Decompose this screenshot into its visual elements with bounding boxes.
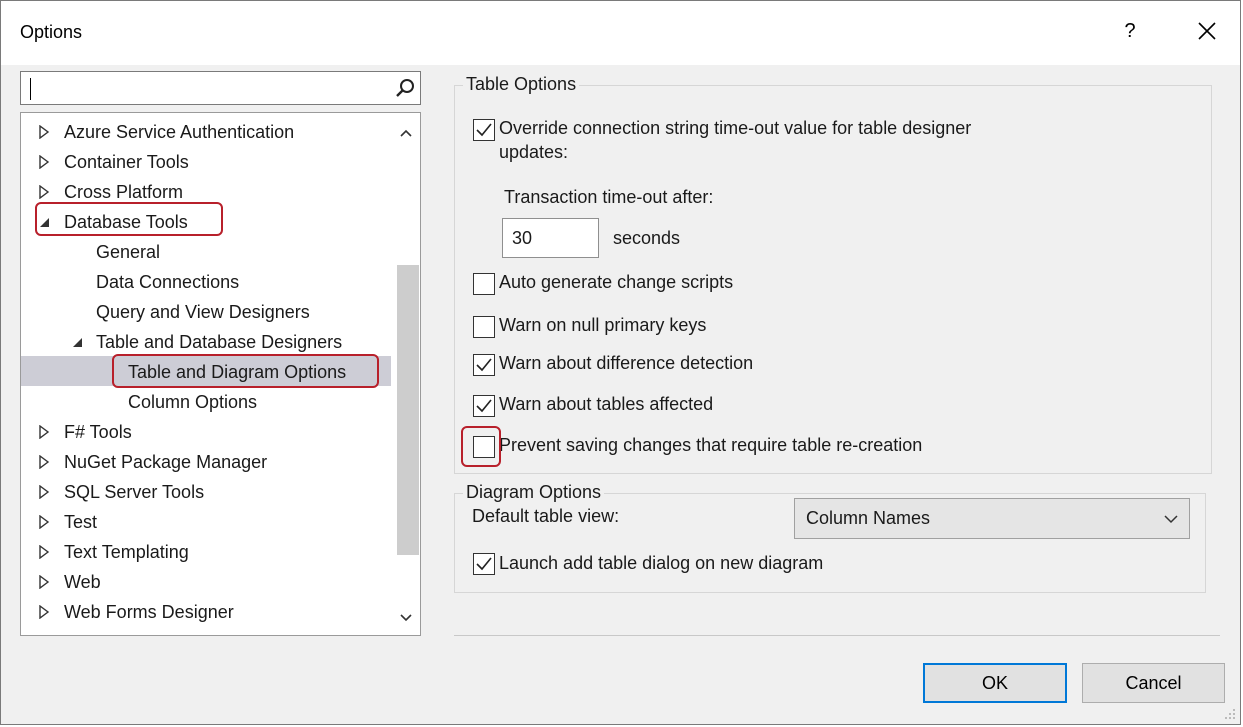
help-button[interactable]: ? xyxy=(1117,13,1143,49)
launch-add-checkbox[interactable] xyxy=(473,553,495,575)
scroll-up-icon[interactable] xyxy=(397,124,415,142)
tree-item-label: Azure Service Authentication xyxy=(64,122,295,142)
prevent-saving-label: Prevent saving changes that require tabl… xyxy=(499,435,923,455)
warn-difference-checkbox[interactable] xyxy=(473,354,495,376)
auto-generate-label: Auto generate change scripts xyxy=(499,272,734,292)
timeout-unit: seconds xyxy=(613,228,681,248)
close-button[interactable] xyxy=(1189,13,1225,49)
tree-item-label: Table and Database Designers xyxy=(96,332,343,352)
tree-item-label: Data Connections xyxy=(96,272,240,292)
default-view-value: Column Names xyxy=(806,508,931,528)
default-view-label: Default table view: xyxy=(472,506,620,526)
dialog-title: Options xyxy=(20,22,83,42)
override-timeout-label-line1: Override connection string time-out valu… xyxy=(499,118,972,138)
table-options-legend: Table Options xyxy=(463,74,580,95)
chevron-down-icon xyxy=(1164,515,1178,524)
warn-tables-label: Warn about tables affected xyxy=(499,394,714,414)
warn-null-label: Warn on null primary keys xyxy=(499,315,707,335)
search-input[interactable] xyxy=(27,75,381,103)
collapsed-arrow-icon[interactable] xyxy=(38,575,50,589)
collapsed-arrow-icon[interactable] xyxy=(38,485,50,499)
scroll-thumb[interactable] xyxy=(397,265,419,555)
tree-item-label: F# Tools xyxy=(64,422,132,442)
checkmark-icon xyxy=(476,399,492,413)
tree-item-label: Query and View Designers xyxy=(96,302,310,322)
tree-scrollbar[interactable] xyxy=(392,113,420,635)
ok-button[interactable]: OK xyxy=(923,663,1067,703)
tree-item-label: Column Options xyxy=(128,392,258,412)
highlight-database-tools xyxy=(35,202,223,236)
expanded-arrow-icon[interactable] xyxy=(71,335,83,349)
search-box[interactable] xyxy=(20,71,421,105)
highlight-table-and-diagram-options xyxy=(112,354,379,388)
checkmark-icon xyxy=(476,557,492,571)
collapsed-arrow-icon[interactable] xyxy=(38,125,50,139)
tree-item-label: Container Tools xyxy=(64,152,189,172)
timeout-input[interactable]: 30 xyxy=(502,218,599,258)
scroll-down-icon[interactable] xyxy=(397,609,415,627)
tree-item-label: Web xyxy=(64,572,101,592)
search-icon[interactable] xyxy=(394,77,416,99)
override-timeout-label-line2: updates: xyxy=(499,142,569,162)
cancel-button[interactable]: Cancel xyxy=(1082,663,1225,703)
resize-grip-icon[interactable] xyxy=(1222,706,1236,720)
tree-item-label: SQL Server Tools xyxy=(64,482,205,502)
title-bar: Options ? xyxy=(1,1,1240,65)
tree-item-label: Text Templating xyxy=(64,542,189,562)
warn-tables-checkbox[interactable] xyxy=(473,395,495,417)
collapsed-arrow-icon[interactable] xyxy=(38,515,50,529)
tree-item-label: General xyxy=(96,242,161,262)
collapsed-arrow-icon[interactable] xyxy=(38,455,50,469)
collapsed-arrow-icon[interactable] xyxy=(38,155,50,169)
tree-item-label: Web Forms Designer xyxy=(64,602,234,622)
diagram-options-legend: Diagram Options xyxy=(463,482,605,503)
launch-add-label: Launch add table dialog on new diagram xyxy=(499,553,824,573)
checkmark-icon xyxy=(476,358,492,372)
timeout-label: Transaction time-out after: xyxy=(504,187,714,207)
default-view-select[interactable]: Column Names xyxy=(794,498,1190,539)
warn-difference-label: Warn about difference detection xyxy=(499,353,754,373)
warn-null-checkbox[interactable] xyxy=(473,316,495,338)
options-dialog: Options ? Azure Service Authentication C… xyxy=(0,0,1241,725)
override-timeout-checkbox[interactable] xyxy=(473,119,495,141)
collapsed-arrow-icon[interactable] xyxy=(38,605,50,619)
auto-generate-checkbox[interactable] xyxy=(473,273,495,295)
collapsed-arrow-icon[interactable] xyxy=(38,425,50,439)
tree-item-label: Test xyxy=(64,512,98,532)
collapsed-arrow-icon[interactable] xyxy=(38,545,50,559)
checkmark-icon xyxy=(476,123,492,137)
footer-separator xyxy=(454,635,1220,636)
highlight-prevent-saving xyxy=(461,426,501,467)
close-icon xyxy=(1198,22,1216,40)
collapsed-arrow-icon[interactable] xyxy=(38,185,50,199)
tree-item-label: NuGet Package Manager xyxy=(64,452,268,472)
